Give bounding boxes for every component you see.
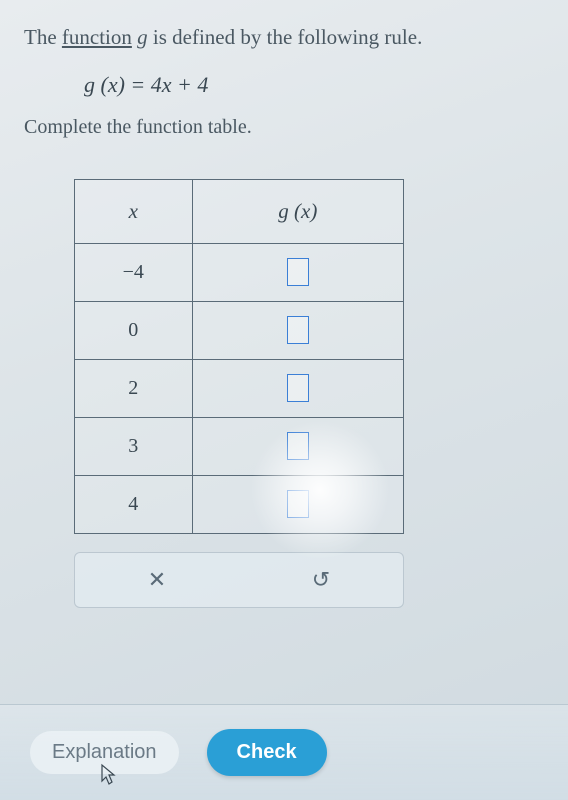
cell-gx xyxy=(192,417,403,475)
cell-gx xyxy=(192,475,403,533)
cell-gx xyxy=(192,301,403,359)
formula: g (x) = 4x + 4 xyxy=(84,72,544,98)
cell-x: 2 xyxy=(75,359,193,417)
check-button[interactable]: Check xyxy=(207,729,327,776)
cell-x: −4 xyxy=(75,243,193,301)
table-row: 2 xyxy=(75,359,404,417)
answer-input[interactable] xyxy=(287,374,309,402)
table-row: −4 xyxy=(75,243,404,301)
problem-intro: The function g is defined by the followi… xyxy=(24,22,544,54)
footer: Explanation Check xyxy=(0,704,568,800)
table-row: 3 xyxy=(75,417,404,475)
cell-gx xyxy=(192,243,403,301)
intro-g: g xyxy=(137,25,148,49)
answer-input[interactable] xyxy=(287,316,309,344)
cell-x: 4 xyxy=(75,475,193,533)
answer-input[interactable] xyxy=(287,258,309,286)
function-table: x g (x) −4 0 2 3 xyxy=(74,179,404,534)
clear-button[interactable]: ✕ xyxy=(137,560,177,600)
explanation-button[interactable]: Explanation xyxy=(30,731,179,774)
cell-x: 3 xyxy=(75,417,193,475)
intro-prefix: The xyxy=(24,25,62,49)
header-gx: g (x) xyxy=(192,179,403,243)
function-link[interactable]: function xyxy=(62,25,132,49)
cell-x: 0 xyxy=(75,301,193,359)
answer-input[interactable] xyxy=(287,432,309,460)
toolbar: ✕ ↺ xyxy=(74,552,404,608)
table-row: 4 xyxy=(75,475,404,533)
instruction: Complete the function table. xyxy=(24,116,544,139)
header-x: x xyxy=(75,179,193,243)
reset-button[interactable]: ↺ xyxy=(301,560,341,600)
cell-gx xyxy=(192,359,403,417)
intro-suffix: is defined by the following rule. xyxy=(148,25,423,49)
answer-input[interactable] xyxy=(287,490,309,518)
table-row: 0 xyxy=(75,301,404,359)
